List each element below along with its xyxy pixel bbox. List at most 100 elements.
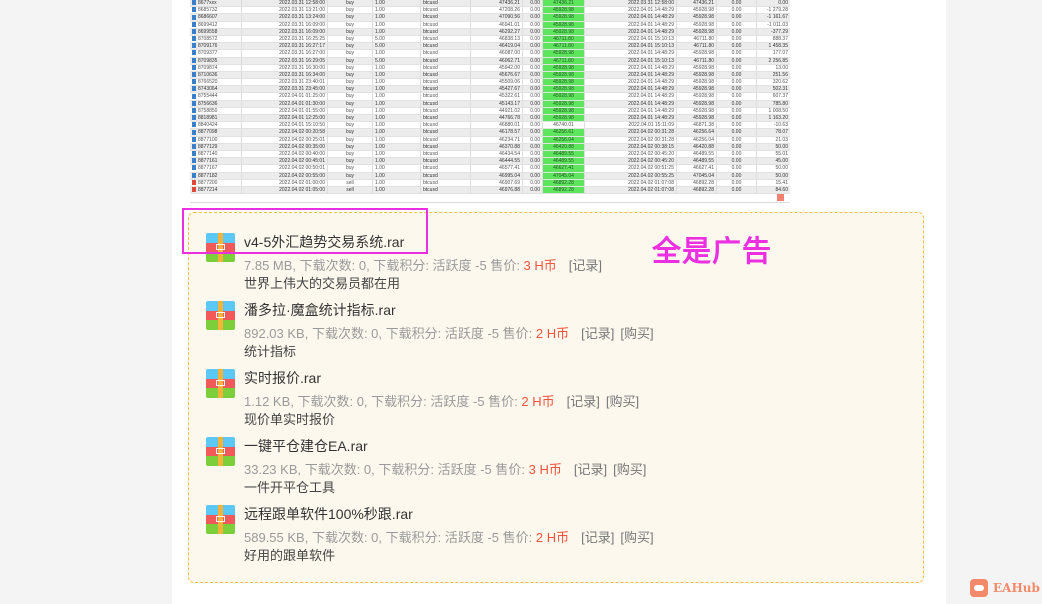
table-cell: 2022.04.02 00:40:00 xyxy=(242,150,328,158)
table-cell: 8766520 xyxy=(190,79,242,86)
table-cell: 45928.98 xyxy=(543,21,585,28)
table-cell: 46711.80 xyxy=(543,57,585,64)
table-cell: 2022.04.01 15:10:13 xyxy=(585,57,677,64)
table-cell: 1.00 xyxy=(373,115,421,122)
table-cell: buy xyxy=(328,129,373,136)
table-cell: 0.00 xyxy=(717,129,757,136)
buy-link[interactable]: [购买] xyxy=(613,462,646,477)
table-cell: 2022.04.01 14:48:29 xyxy=(585,107,677,114)
table-cell: 177.07 xyxy=(772,50,788,57)
table-cell: 888.37 xyxy=(772,35,788,42)
table-cell: 2022.03.31 16:27:17 xyxy=(242,43,328,50)
table-cell: 2 256.85 xyxy=(768,57,788,64)
attachment-info: 1.12 KB, 下载次数: 0, 下载积分: 活跃度 -5 售价: xyxy=(244,394,522,409)
table-cell: 46178.57 xyxy=(471,129,523,136)
table-cell: 2022.04.01 14:48:29 xyxy=(585,21,677,28)
table-cell: 46740.01 xyxy=(543,122,585,129)
table-cell: -377.29 xyxy=(771,28,788,35)
table-cell: 8877140 xyxy=(190,150,242,158)
table-cell: 8699558 xyxy=(190,28,242,35)
table-cell: 2022.04.01 15:10:13 xyxy=(585,43,677,50)
record-link[interactable]: [记录] xyxy=(569,258,602,273)
record-link[interactable]: [记录] xyxy=(581,326,614,341)
table-cell: 1.00 xyxy=(373,165,421,172)
table-cell: 46370.88 xyxy=(471,143,523,150)
attachment-meta: 589.55 KB, 下载次数: 0, 下载积分: 活跃度 -5 售价: 2 H… xyxy=(244,527,654,546)
table-cell: 0.00 xyxy=(717,71,757,79)
attachment-price: 2 H币 xyxy=(521,394,555,409)
attachment-title-link[interactable]: 一键平仓建仓EA.rar xyxy=(244,436,368,456)
table-cell: 45928.98 xyxy=(543,28,585,35)
table-cell: 2022.04.01 15:11:09 xyxy=(585,122,677,129)
table-cell: 8877167 xyxy=(190,165,242,172)
table-cell: 1.00 xyxy=(373,71,421,79)
table-cell: buy xyxy=(328,64,373,71)
table-cell: 46062.71 xyxy=(471,57,523,64)
table-cell: buy xyxy=(328,122,373,129)
buy-link[interactable]: [购买] xyxy=(606,394,639,409)
record-link[interactable]: [记录] xyxy=(581,530,614,545)
table-cell: 46838.13 xyxy=(471,35,523,43)
table-cell: btcusd xyxy=(421,129,471,136)
image-badge-icon xyxy=(777,194,784,201)
table-cell: 5.00 xyxy=(373,57,421,64)
buy-link[interactable]: [购买] xyxy=(620,326,653,341)
table-cell: -10.63 xyxy=(773,122,788,129)
table-cell: 45928.98 xyxy=(543,79,585,86)
table-cell: 0.00 xyxy=(523,186,543,194)
table-cell: 45928.98 xyxy=(543,93,585,100)
table-cell: 2022.04.02 00:25:01 xyxy=(242,136,328,143)
table-cell: 45427.67 xyxy=(471,86,523,93)
table-cell: 8709377 xyxy=(190,50,242,57)
table-cell: buy xyxy=(328,100,373,107)
table-cell: 46711.80 xyxy=(677,57,717,64)
table-cell: 0.00 xyxy=(717,172,757,179)
table-cell: 1 008.50 xyxy=(768,107,788,114)
attachment-price: 2 H币 xyxy=(535,530,570,545)
table-cell: btcusd xyxy=(421,136,471,143)
attachment-title-link[interactable]: 远程跟单软件100%秒跟.rar xyxy=(244,504,413,524)
table-cell: 2022.04.01 01:30:00 xyxy=(242,100,328,107)
table-cell: 45509.06 xyxy=(471,79,523,86)
attachment-list: v4-5外汇趋势交易系统.rar 7.85 MB, 下载次数: 0, 下载积分: … xyxy=(188,212,924,583)
table-cell: 2022.04.01 14:48:29 xyxy=(585,115,677,122)
table-cell: 0.00 xyxy=(523,158,543,165)
attachment-title-link[interactable]: 潘多拉·魔盒统计指标.rar xyxy=(244,300,396,320)
table-cell: 2022.03.31 16:09:00 xyxy=(242,28,328,35)
table-cell: 2022.04.01 14:48:29 xyxy=(585,28,677,35)
buy-link[interactable]: [购买] xyxy=(620,530,653,545)
table-cell: 46489.55 xyxy=(543,158,585,165)
table-cell: 44766.78 xyxy=(471,115,523,122)
table-cell: 2022.04.01 14:48:29 xyxy=(585,86,677,93)
table-cell: 8677xxx xyxy=(190,0,242,7)
table-cell: 44921.02 xyxy=(471,107,523,114)
table-cell: 0.00 xyxy=(523,28,543,35)
table-row: 8709835 2022.03.31 16:29:05 buy 5.00 btcusd 4… xyxy=(190,57,790,65)
table-cell: 1.00 xyxy=(373,93,421,100)
table-cell: buy xyxy=(328,50,373,57)
table-cell: 2022.04.01 14:48:29 xyxy=(585,50,677,57)
attachment-price: 2 H币 xyxy=(535,326,570,341)
table-cell: 251.56 xyxy=(772,71,788,78)
table-row: 8840424 2022.04.01 15:10:50 buy 1.00 btcusd 4… xyxy=(190,122,790,130)
record-link[interactable]: [记录] xyxy=(574,462,607,477)
table-cell: buy xyxy=(328,0,373,7)
table-cell: 46489.55 xyxy=(543,150,585,158)
record-link[interactable]: [记录] xyxy=(567,394,600,409)
table-cell: 8877129 xyxy=(190,143,242,150)
table-cell: 0.00 xyxy=(523,57,543,64)
table-cell: 2022.04.01 15:10:50 xyxy=(242,122,328,129)
table-cell: 47436.21 xyxy=(677,0,717,7)
table-cell: buy xyxy=(328,143,373,150)
table-cell: 2022.04.01 14:48:29 xyxy=(585,93,677,100)
table-cell: 8710636 xyxy=(190,71,242,79)
table-cell: 45928.98 xyxy=(677,107,717,114)
table-cell: 0.00 xyxy=(778,0,788,6)
attachment-title-link[interactable]: 实时报价.rar xyxy=(244,368,321,388)
table-cell: 46434.54 xyxy=(471,150,523,158)
table-cell: 46419.04 xyxy=(471,43,523,50)
table-cell: 1.00 xyxy=(373,136,421,143)
table-cell: 2022.04.02 01:07:08 xyxy=(585,186,677,194)
table-cell: 8756636 xyxy=(190,100,242,107)
table-cell: 45928.98 xyxy=(677,79,717,86)
